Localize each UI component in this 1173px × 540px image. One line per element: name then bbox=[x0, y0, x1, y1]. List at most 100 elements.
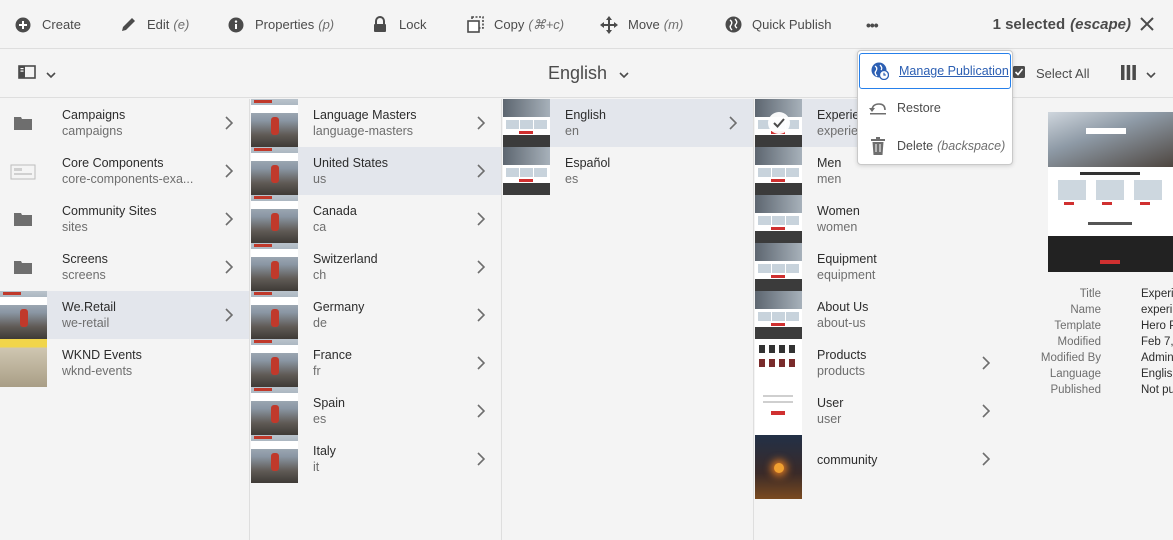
meta-key: Title bbox=[1079, 288, 1101, 300]
languages-column: English en Español es bbox=[503, 99, 754, 540]
list-item[interactable]: Español es bbox=[503, 147, 753, 195]
globe-icon bbox=[724, 16, 742, 34]
item-title: Community Sites bbox=[62, 204, 157, 218]
chevron-down-icon bbox=[619, 63, 629, 84]
properties-shortcut: (p) bbox=[318, 17, 335, 32]
quick-publish-button[interactable]: Quick Publish bbox=[724, 0, 831, 49]
item-name: language-masters bbox=[313, 124, 414, 138]
list-item[interactable]: Equipment equipment bbox=[755, 243, 1006, 291]
chevron-right-icon bbox=[477, 212, 486, 226]
move-label: Move bbox=[628, 17, 660, 32]
item-title: Products bbox=[817, 348, 867, 362]
item-title: Women bbox=[817, 204, 860, 218]
column-view-icon bbox=[1120, 64, 1137, 86]
folder-icon bbox=[14, 260, 32, 274]
meta-value: Experi bbox=[1141, 288, 1173, 300]
thumbnail bbox=[0, 291, 47, 339]
chevron-right-icon bbox=[477, 116, 486, 130]
list-item[interactable]: English en bbox=[503, 99, 753, 147]
lock-button[interactable]: Lock bbox=[371, 0, 426, 49]
item-name: we-retail bbox=[62, 316, 110, 330]
countries-column: Language Masters language-masters United… bbox=[251, 99, 502, 540]
list-item[interactable]: Switzerland ch bbox=[251, 243, 501, 291]
delete-menu-item[interactable]: Delete (backspace) bbox=[858, 128, 1012, 164]
list-item[interactable]: Community Sites sites bbox=[0, 195, 249, 243]
chevron-right-icon bbox=[982, 452, 991, 466]
list-item[interactable]: Products products bbox=[755, 339, 1006, 387]
item-name: about-us bbox=[817, 316, 866, 330]
thumbnail bbox=[251, 339, 298, 387]
copy-label: Copy bbox=[494, 17, 525, 32]
list-item[interactable]: France fr bbox=[251, 339, 501, 387]
item-title: We.Retail bbox=[62, 300, 116, 314]
meta-row: Modified By Admin bbox=[1006, 352, 1173, 368]
close-icon[interactable] bbox=[1137, 14, 1157, 34]
delete-shortcut: (backspace) bbox=[937, 139, 1006, 153]
list-item[interactable]: User user bbox=[755, 387, 1006, 435]
rail-toggle-button[interactable] bbox=[18, 65, 56, 84]
move-button[interactable]: Move (m) bbox=[600, 0, 683, 49]
chevron-right-icon bbox=[225, 308, 234, 322]
meta-row: Name experi bbox=[1006, 304, 1173, 320]
meta-value: Feb 7, 2 bbox=[1141, 336, 1173, 348]
page-title[interactable]: English bbox=[548, 63, 629, 84]
list-item[interactable]: Italy it bbox=[251, 435, 501, 483]
restore-menu-item[interactable]: Restore bbox=[858, 90, 1012, 126]
chevron-right-icon bbox=[477, 164, 486, 178]
meta-row: Template Hero P bbox=[1006, 320, 1173, 336]
item-title: Canada bbox=[313, 204, 357, 218]
list-item[interactable]: WKND Events wknd-events bbox=[0, 339, 249, 387]
thumbnail bbox=[251, 99, 298, 147]
chevron-right-icon bbox=[729, 116, 738, 130]
chevron-right-icon bbox=[477, 452, 486, 466]
pages-column: Experie experie Men men Women women Equi… bbox=[755, 99, 1006, 540]
meta-key: Modified By bbox=[1040, 352, 1101, 364]
item-name: wknd-events bbox=[62, 364, 133, 378]
view-switcher-button[interactable] bbox=[1120, 64, 1156, 86]
item-title: User bbox=[817, 396, 844, 410]
copy-shortcut: (⌘+c) bbox=[528, 16, 565, 32]
list-item[interactable]: We.Retail we-retail bbox=[0, 291, 249, 339]
edit-button[interactable]: Edit (e) bbox=[119, 0, 189, 49]
more-actions-button[interactable]: ••• bbox=[866, 0, 879, 49]
meta-key: Published bbox=[1050, 384, 1101, 396]
item-name: it bbox=[313, 460, 320, 474]
copy-button[interactable]: Copy (⌘+c) bbox=[466, 0, 564, 49]
list-item[interactable]: Spain es bbox=[251, 387, 501, 435]
chevron-right-icon bbox=[225, 212, 234, 226]
manage-publication-menu-item[interactable]: Manage Publication bbox=[859, 53, 1011, 89]
meta-key: Modified bbox=[1057, 336, 1101, 348]
list-item[interactable]: Women women bbox=[755, 195, 1006, 243]
list-item[interactable]: Canada ca bbox=[251, 195, 501, 243]
item-name: products bbox=[817, 364, 865, 378]
create-button[interactable]: Create bbox=[14, 0, 81, 49]
item-name: en bbox=[565, 124, 579, 138]
list-item[interactable]: Campaigns campaigns bbox=[0, 99, 249, 147]
list-item[interactable]: Screens screens bbox=[0, 243, 249, 291]
list-item[interactable]: United States us bbox=[251, 147, 501, 195]
item-name: es bbox=[313, 412, 327, 426]
item-name: women bbox=[817, 220, 858, 234]
item-title: Español bbox=[565, 156, 611, 170]
select-all-button[interactable]: Select All bbox=[1012, 65, 1089, 82]
thumbnail bbox=[755, 99, 802, 147]
item-title: Language Masters bbox=[313, 108, 417, 122]
info-icon bbox=[227, 16, 245, 34]
item-name: de bbox=[313, 316, 327, 330]
restore-label: Restore bbox=[897, 101, 941, 115]
thumbnail bbox=[0, 339, 47, 387]
sites-column: Campaigns campaigns Core Components core… bbox=[0, 99, 250, 540]
item-name: screens bbox=[62, 268, 106, 282]
list-item[interactable]: community bbox=[755, 435, 1006, 499]
preview-panel: Title Experi Name experi Template Hero P Mo… bbox=[1006, 99, 1173, 540]
list-item[interactable]: Germany de bbox=[251, 291, 501, 339]
list-item[interactable]: Language Masters language-masters bbox=[251, 99, 501, 147]
component-icon bbox=[10, 164, 36, 180]
item-title: Experie bbox=[817, 108, 860, 122]
list-item[interactable]: Core Components core-components-exa... bbox=[0, 147, 249, 195]
checkmark-icon bbox=[768, 112, 790, 134]
properties-button[interactable]: Properties (p) bbox=[227, 0, 334, 49]
list-item[interactable]: About Us about-us bbox=[755, 291, 1006, 339]
thumbnail bbox=[251, 147, 298, 195]
move-shortcut: (m) bbox=[663, 17, 684, 32]
